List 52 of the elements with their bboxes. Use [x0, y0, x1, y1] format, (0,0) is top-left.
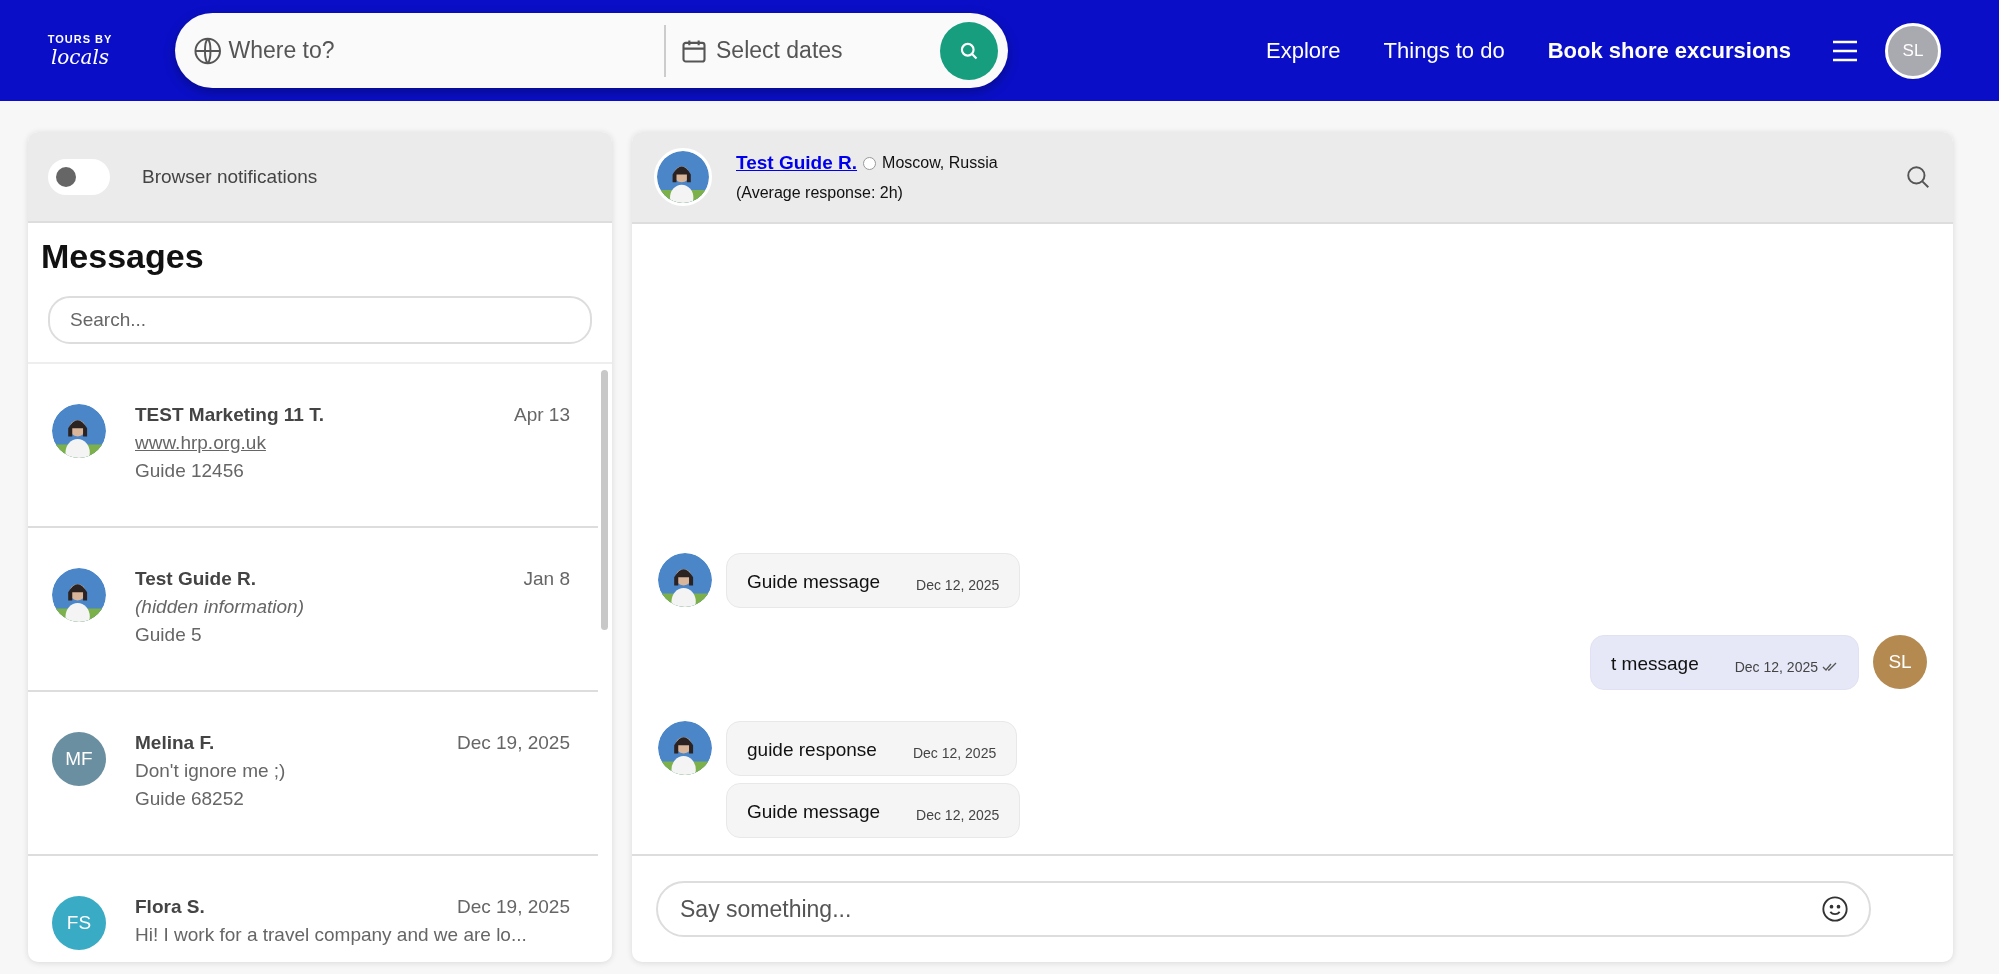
search-field[interactable]: Search... [48, 296, 592, 344]
menu-icon[interactable] [1831, 38, 1859, 63]
logo[interactable]: TOURS BY locals [50, 18, 110, 83]
avatar: FS [52, 896, 106, 950]
contact-avatar [654, 148, 712, 206]
avatar-photo [52, 404, 106, 458]
search-icon[interactable] [959, 40, 979, 61]
message-bubble: Guide message Dec 12, 2025 [726, 783, 1021, 838]
nav-link[interactable]: Book shore excursions [1547, 37, 1791, 64]
notifications-toggle[interactable] [48, 158, 110, 195]
conversation-item[interactable]: Test Guide R. Jan 8 (hidden information) Guide 5 [28, 528, 598, 692]
conversation-item[interactable]: MF Melina F. Dec 19, 2025 Don't ignore me ;) Guide 68252 [28, 692, 598, 856]
search-icon[interactable] [1905, 164, 1931, 190]
message-preview: (hidden information) [135, 596, 305, 618]
message-field[interactable]: Say something... [656, 881, 1871, 937]
message-date: Dec 19, 2025 [456, 896, 570, 918]
emoji-icon[interactable] [1821, 895, 1849, 923]
guide-id: Guide 12456 [135, 460, 245, 482]
guide-id: Guide 5 [135, 624, 203, 646]
contact-link[interactable]: Test Guide R. [736, 152, 858, 174]
search-button[interactable] [940, 21, 998, 80]
message-date: Apr 13 [514, 404, 570, 426]
avatar-photo [52, 568, 106, 622]
conversation-item[interactable]: TEST Marketing 11 T. Apr 13 www.hrp.org.uk Guide 12456 [28, 364, 598, 528]
conversation-item[interactable]: FS Flora S. Dec 19, 2025 Hi! I work for a travel company and we are lo... [28, 856, 598, 962]
dates-field[interactable]: Select dates [714, 36, 918, 65]
message-preview: Don't ignore me ;) [135, 760, 287, 782]
messages-title: Messages [41, 237, 205, 276]
scrollbar[interactable] [601, 370, 608, 630]
message-date: Dec 19, 2025 [456, 732, 570, 754]
contact-location: Moscow, Russia [882, 154, 998, 172]
guide-avatar [658, 721, 712, 775]
message-bubble: t message Dec 12, 2025 [1590, 635, 1859, 690]
notifications-label: Browser notifications [142, 165, 318, 188]
contact-name: Flora S. [135, 896, 205, 918]
avatar: MF [52, 732, 106, 786]
nav-link[interactable]: Things to do [1383, 37, 1505, 64]
nav-link[interactable]: Explore [1266, 37, 1341, 64]
user-avatar: SL [1873, 635, 1927, 689]
message-bubble: guide response Dec 12, 2025 [726, 721, 1018, 776]
guide-avatar [658, 553, 712, 607]
average-response: (Average response: 2h) [736, 184, 904, 202]
message-preview: Hi! I work for a travel company and we are lo... [135, 924, 528, 946]
contact-name: TEST Marketing 11 T. [135, 404, 324, 426]
contact-name: Melina F. [135, 732, 215, 754]
preview-link[interactable]: www.hrp.org.uk [135, 432, 266, 454]
read-check-icon [1822, 662, 1838, 672]
destination-field[interactable]: Where to? [226, 36, 664, 65]
guide-id: Guide 68252 [135, 788, 245, 810]
message-date: Jan 8 [523, 568, 570, 590]
message-bubble: Guide message Dec 12, 2025 [726, 553, 1021, 608]
contact-name: Test Guide R. [135, 568, 257, 590]
